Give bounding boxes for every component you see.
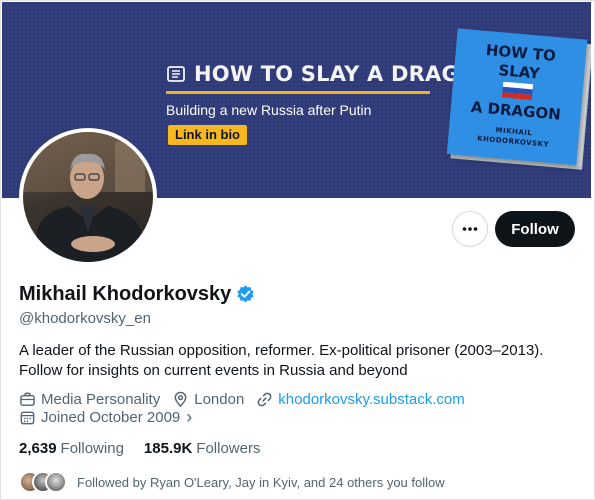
- chevron-right-icon: ›: [186, 407, 193, 427]
- bio-line-1: A leader of the Russian opposition, refo…: [19, 342, 544, 359]
- name-row: Mikhail Khodorkovsky: [19, 283, 256, 306]
- following-count: 2,639: [19, 440, 57, 457]
- link-icon: [257, 392, 272, 407]
- follow-button[interactable]: Follow: [495, 211, 575, 247]
- category-item: Media Personality: [19, 391, 160, 408]
- followers-count: 185.9K: [143, 440, 193, 457]
- avatar-photo: [23, 132, 153, 262]
- more-options-button[interactable]: [452, 211, 488, 247]
- followed-by-row[interactable]: Followed by Ryan O'Leary, Jay in Kyiv, a…: [19, 471, 445, 493]
- banner-title-row: HOW TO SLAY A DRAGON: [166, 62, 495, 86]
- briefcase-icon: [20, 392, 35, 406]
- category-label: Media Personality: [41, 391, 161, 408]
- joined-item[interactable]: Joined October 2009 ›: [19, 407, 193, 427]
- book-title-line-3: A DRAGON: [470, 97, 562, 124]
- profile-avatar[interactable]: [19, 128, 157, 266]
- follow-stats: 2,639 Following 185.9K Followers: [19, 440, 280, 457]
- verified-badge-icon[interactable]: [235, 284, 256, 305]
- following-link[interactable]: 2,639 Following: [19, 440, 124, 457]
- follower-avatar: [45, 471, 67, 493]
- handle: @khodorkovsky_en: [19, 310, 151, 327]
- bio-line-2: Follow for insights on current events in…: [19, 362, 408, 379]
- banner-title: HOW TO SLAY A DRAGON: [194, 62, 495, 86]
- display-name: Mikhail Khodorkovsky: [19, 283, 232, 305]
- banner-underline: [166, 91, 430, 94]
- joined-label: Joined October 2009: [41, 409, 181, 426]
- followers-label: Followers: [196, 440, 261, 457]
- followers-link[interactable]: 185.9K Followers: [144, 440, 261, 457]
- book-cover: HOW TO SLAY A DRAGON MIKHAIL KHODORKOVSK…: [446, 28, 588, 166]
- website-link[interactable]: khodorkovsky.substack.com: [278, 391, 464, 408]
- more-horizontal-icon: [462, 227, 478, 231]
- banner-link-in-bio: Link in bio: [168, 125, 247, 145]
- followed-by-avatars: [19, 471, 67, 493]
- person-silhouette: [23, 132, 153, 262]
- book-cover-image: HOW TO SLAY A DRAGON MIKHAIL KHODORKOVSK…: [446, 28, 591, 170]
- location-item: London: [172, 391, 244, 408]
- profile-meta-row-2: Joined October 2009 ›: [19, 407, 204, 427]
- profile-meta-row-1: Media Personality London khodorkovsky.su…: [19, 391, 477, 408]
- open-book-icon: [167, 66, 185, 82]
- followed-by-text: Followed by Ryan O'Leary, Jay in Kyiv, a…: [77, 474, 445, 490]
- banner-subtitle: Building a new Russia after Putin: [166, 102, 372, 118]
- calendar-icon: [20, 411, 35, 425]
- bio: A leader of the Russian opposition, refo…: [19, 341, 579, 381]
- location-pin-icon: [174, 391, 187, 408]
- following-label: Following: [60, 440, 124, 457]
- website-item[interactable]: khodorkovsky.substack.com: [256, 391, 465, 408]
- location-label: London: [194, 391, 245, 408]
- russian-flag-icon: [501, 81, 534, 101]
